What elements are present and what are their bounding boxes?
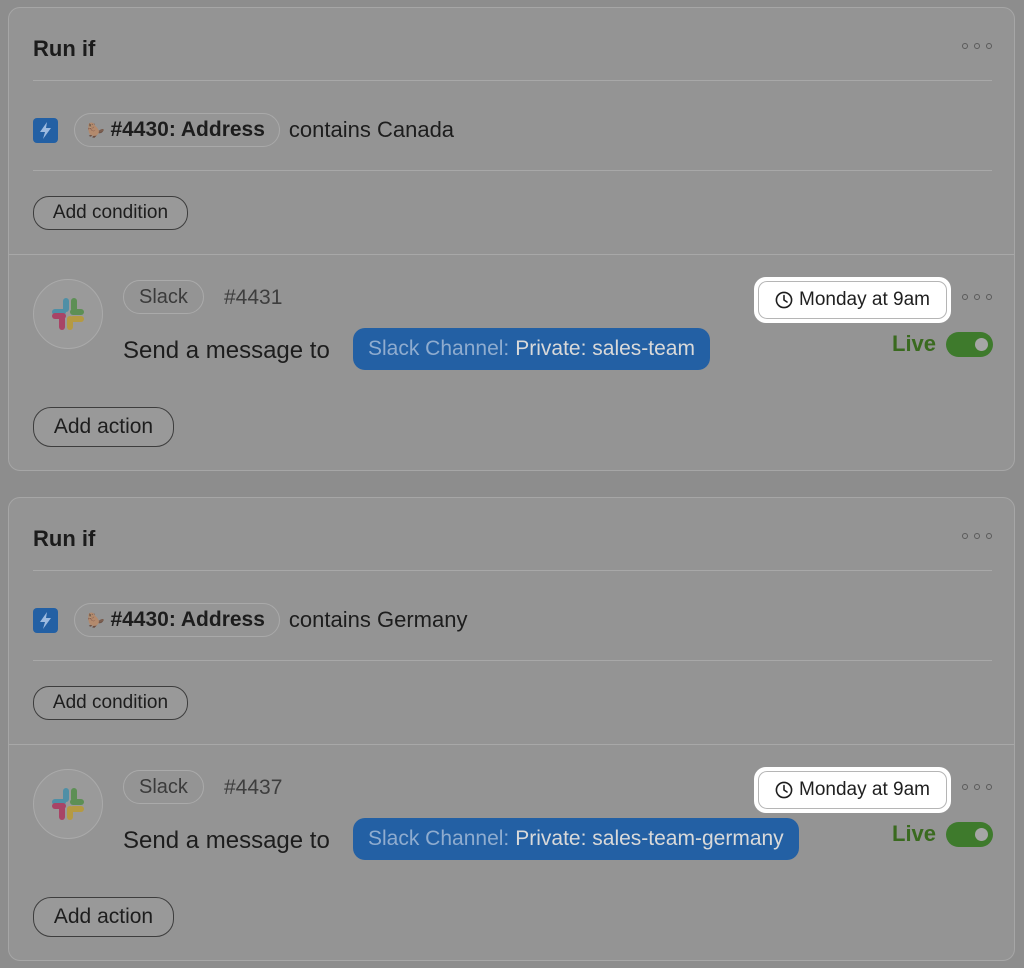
schedule-button[interactable]: Monday at 9am [754, 277, 951, 323]
live-toggle[interactable] [946, 332, 993, 357]
divider [33, 80, 992, 81]
beaver-emoji-icon: 🦫 [87, 611, 105, 628]
add-condition-button[interactable]: Add condition [33, 196, 188, 230]
divider [9, 744, 1014, 745]
action-more-icon[interactable] [962, 780, 992, 794]
condition-more-icon[interactable] [962, 39, 992, 53]
action-id: #4437 [224, 776, 283, 799]
condition-text[interactable]: contains Germany [289, 607, 468, 633]
field-chip[interactable]: 🦫 #4430: Address [74, 603, 280, 637]
channel-chip-label: Slack Channel: [368, 827, 510, 850]
divider [33, 570, 992, 571]
field-chip[interactable]: 🦫 #4430: Address [74, 113, 280, 147]
action-description: Send a message to [123, 827, 330, 854]
app-chip-slack[interactable]: Slack [123, 770, 204, 804]
slack-logo-icon [33, 279, 103, 349]
add-action-button[interactable]: Add action [33, 897, 174, 937]
divider [33, 660, 992, 661]
lightning-icon [33, 607, 58, 633]
condition-text[interactable]: contains Canada [289, 117, 454, 143]
status-label: Live [892, 821, 937, 846]
action-description: Send a message to [123, 337, 330, 364]
divider [33, 170, 992, 171]
channel-chip-label: Slack Channel: [368, 337, 510, 360]
add-condition-button[interactable]: Add condition [33, 686, 188, 720]
beaver-emoji-icon: 🦫 [87, 121, 105, 138]
channel-chip-value: Private: sales-team [515, 337, 695, 360]
schedule-button[interactable]: Monday at 9am [754, 767, 951, 813]
action-more-icon[interactable] [962, 290, 992, 304]
app-chip-slack[interactable]: Slack [123, 280, 204, 314]
add-action-button[interactable]: Add action [33, 407, 174, 447]
field-name: #4430: Address [110, 118, 265, 141]
run-if-title: Run if [33, 526, 96, 551]
channel-chip[interactable]: Slack Channel: Private: sales-team [353, 328, 710, 370]
schedule-label: Monday at 9am [799, 289, 930, 310]
condition-row: 🦫 #4430: Address contains Germany [33, 603, 467, 637]
clock-icon [775, 781, 793, 799]
live-toggle[interactable] [946, 822, 993, 847]
channel-chip[interactable]: Slack Channel: Private: sales-team-germa… [353, 818, 799, 860]
run-if-title: Run if [33, 36, 96, 61]
channel-chip-value: Private: sales-team-germany [515, 827, 784, 850]
status-label: Live [892, 331, 937, 356]
rule-card: Run if 🦫 #4430: Address contains Canada … [8, 7, 1015, 471]
rule-card: Run if 🦫 #4430: Address contains Germany… [8, 497, 1015, 961]
lightning-icon [33, 117, 58, 143]
schedule-label: Monday at 9am [799, 779, 930, 800]
divider [9, 254, 1014, 255]
condition-row: 🦫 #4430: Address contains Canada [33, 113, 454, 147]
action-id: #4431 [224, 286, 283, 309]
clock-icon [775, 291, 793, 309]
condition-more-icon[interactable] [962, 529, 992, 543]
field-name: #4430: Address [110, 608, 265, 631]
slack-logo-icon [33, 769, 103, 839]
